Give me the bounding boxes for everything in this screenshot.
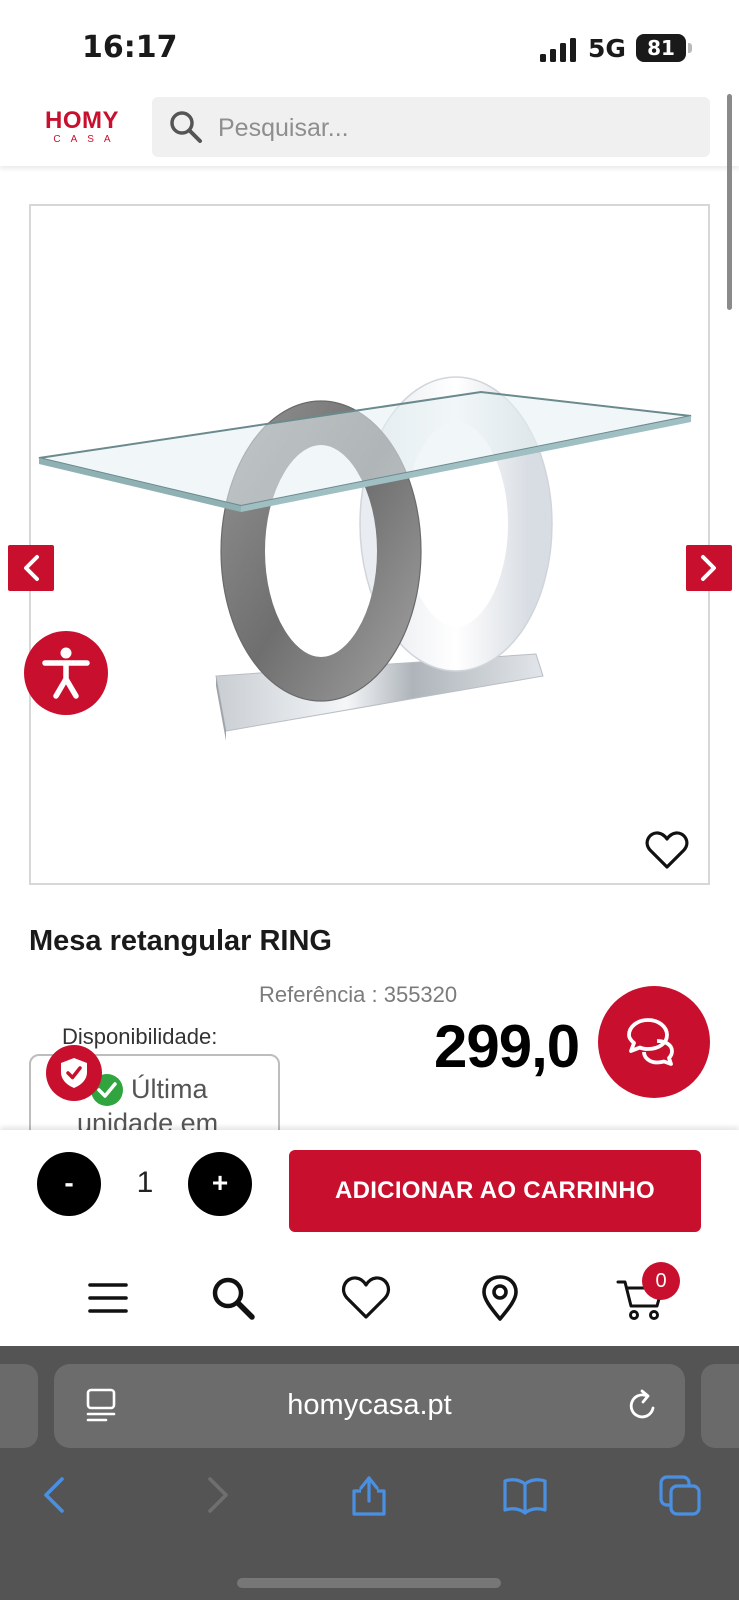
url-text: homycasa.pt (287, 1389, 452, 1421)
forward-icon[interactable] (192, 1472, 238, 1518)
site-header: HOMY CASA Pesquisar... (0, 90, 739, 166)
chevron-left-icon (24, 555, 39, 581)
accessibility-icon (42, 647, 90, 699)
chat-bubbles-icon (627, 1018, 674, 1066)
page-scrollbar[interactable] (727, 94, 732, 310)
bookmarks-icon[interactable] (502, 1472, 548, 1518)
bottom-navigation (0, 1250, 739, 1346)
quantity-value: 1 (136, 1166, 154, 1199)
status-bar: 16:17 5G 81 (0, 0, 739, 90)
menu-icon[interactable] (82, 1272, 134, 1324)
availability-status-line1: Última (131, 1074, 208, 1104)
reload-icon[interactable] (626, 1388, 660, 1424)
quantity-decrease-button[interactable]: - (37, 1152, 101, 1216)
cellular-signal-icon (540, 38, 576, 62)
status-time: 16:17 (82, 30, 178, 65)
back-icon[interactable] (34, 1472, 80, 1518)
favorite-heart-icon[interactable] (645, 830, 689, 870)
product-image-gallery[interactable] (29, 204, 710, 885)
tabs-icon[interactable] (658, 1472, 704, 1518)
browser-toolbar: homycasa.pt (0, 1346, 739, 1600)
product-reference: Referência : 355320 (259, 982, 458, 1007)
next-tab-preview[interactable] (701, 1364, 739, 1448)
homy-casa-logo[interactable]: HOMY CASA (34, 108, 130, 148)
search-icon[interactable] (207, 1272, 259, 1324)
share-icon[interactable] (346, 1472, 392, 1518)
add-to-cart-bar: - 1 + ADICIONAR AO CARRINHO (0, 1130, 739, 1250)
availability-label: Disponibilidade: (62, 1024, 218, 1049)
network-type: 5G (588, 34, 626, 63)
search-placeholder: Pesquisar... (218, 114, 349, 142)
product-title: Mesa retangular RING (29, 925, 332, 957)
gallery-next-button[interactable] (686, 545, 732, 591)
search-icon (170, 111, 202, 143)
shield-check-icon (61, 1058, 87, 1088)
cart-count-badge: 0 (642, 1262, 680, 1300)
battery-icon: 81 (636, 34, 686, 62)
quantity-increase-button[interactable]: + (188, 1152, 252, 1216)
heart-icon[interactable] (340, 1272, 392, 1324)
gallery-previous-button[interactable] (8, 545, 54, 591)
product-image-ring-table (38, 376, 692, 741)
logo-sub-text: CASA (53, 134, 121, 145)
chevron-right-icon (701, 555, 716, 581)
product-price: 299,0 (434, 1013, 580, 1080)
search-input[interactable]: Pesquisar... (152, 97, 710, 157)
chat-button[interactable] (598, 986, 710, 1098)
location-pin-icon[interactable] (474, 1272, 526, 1324)
trust-shield-badge[interactable] (46, 1045, 102, 1101)
battery-tip (688, 43, 692, 53)
add-to-cart-button[interactable]: ADICIONAR AO CARRINHO (289, 1150, 701, 1232)
accessibility-button[interactable] (24, 631, 108, 715)
previous-tab-preview[interactable] (0, 1364, 38, 1448)
home-indicator[interactable] (237, 1578, 501, 1588)
logo-main-text: HOMY (45, 107, 119, 134)
address-bar[interactable]: homycasa.pt (54, 1364, 685, 1448)
